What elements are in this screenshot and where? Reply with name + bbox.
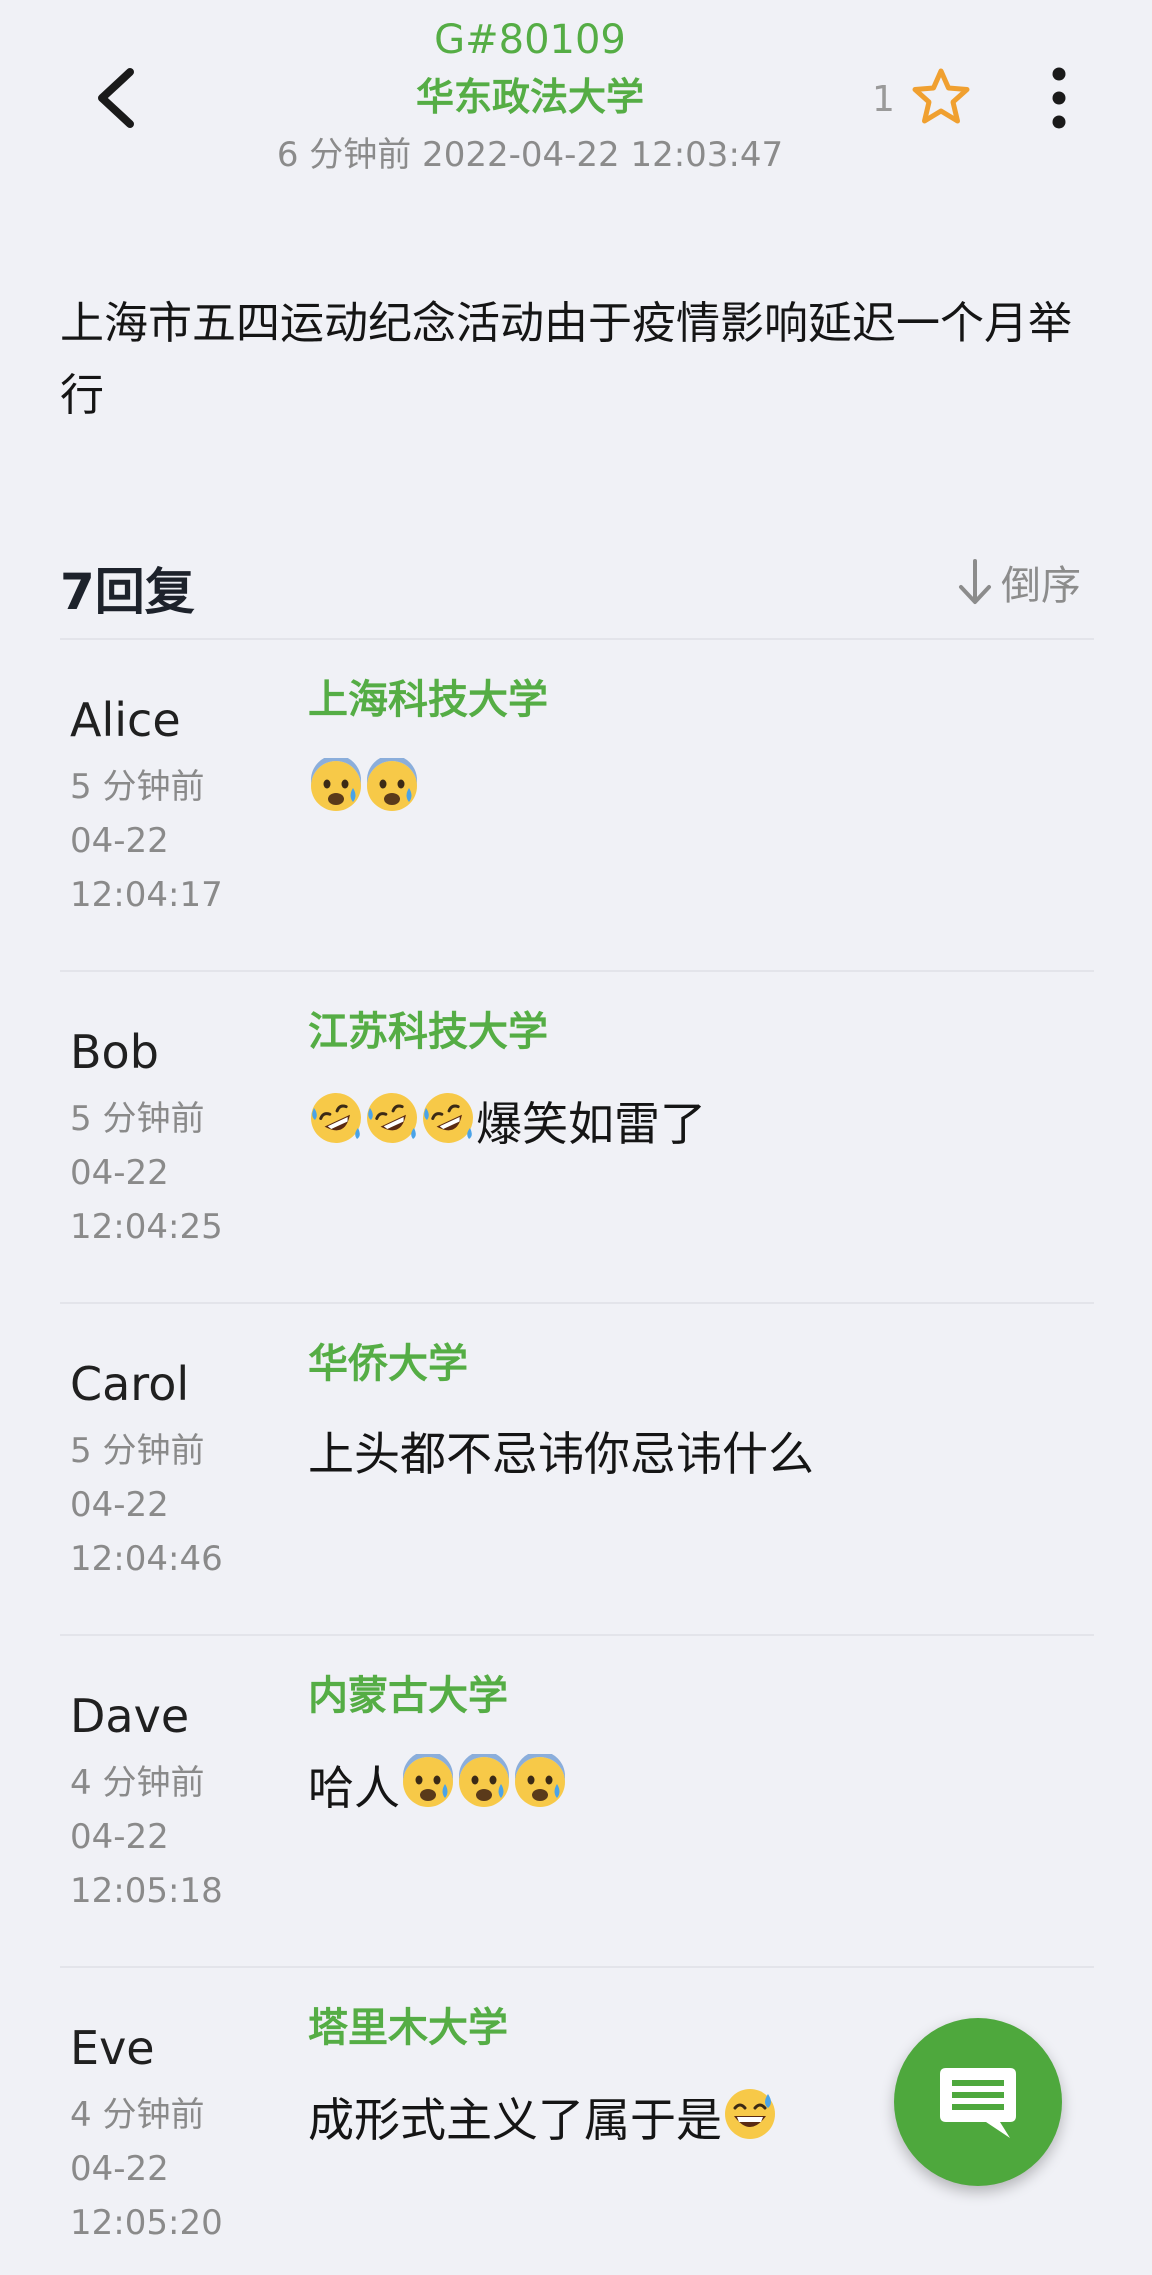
reply-timestamp: 5 分钟前 04-22 12:04:46 bbox=[70, 1424, 223, 1586]
reply-relative-time: 5 分钟前 bbox=[70, 1431, 205, 1471]
reply-text-body: 成形式主义了属于是 bbox=[308, 2093, 722, 2147]
anxious-sweat-emoji bbox=[403, 1754, 453, 1807]
reply-time: 12:04:25 bbox=[70, 1207, 223, 1247]
reply-author-name: Dave bbox=[70, 1689, 190, 1743]
reply-date: 04-22 bbox=[70, 1817, 169, 1857]
thread-page: G#80109 华东政法大学 6 分钟前 2022-04-22 12:03:47… bbox=[0, 0, 1152, 2275]
reply-time: 12:05:20 bbox=[70, 2203, 223, 2243]
rofl-emoji bbox=[423, 1093, 473, 1143]
more-vertical-icon bbox=[1052, 67, 1066, 129]
back-button[interactable] bbox=[80, 58, 150, 138]
reply-school: 上海科技大学 bbox=[308, 677, 548, 723]
reply-item[interactable]: Bob 5 分钟前 04-22 12:04:25 江苏科技大学 爆笑如雷了 bbox=[60, 972, 1094, 1304]
reply-text-body: 哈人 bbox=[308, 1761, 400, 1815]
reply-timestamp: 4 分钟前 04-22 12:05:18 bbox=[70, 1756, 223, 1918]
anxious-sweat-emoji bbox=[515, 1754, 565, 1807]
rofl-emoji bbox=[367, 1093, 417, 1143]
star-count: 1 bbox=[872, 79, 895, 120]
reply-date: 04-22 bbox=[70, 2149, 169, 2189]
reply-timestamp: 5 分钟前 04-22 12:04:25 bbox=[70, 1092, 223, 1254]
reply-timestamp: 5 分钟前 04-22 12:04:17 bbox=[70, 760, 223, 922]
post-id: G#80109 bbox=[434, 17, 626, 63]
reply-item[interactable]: Alice 5 分钟前 04-22 12:04:17 上海科技大学 bbox=[60, 640, 1094, 972]
reply-text-body: 爆笑如雷了 bbox=[476, 1097, 706, 1151]
back-arrow-icon bbox=[98, 68, 134, 128]
reply-relative-time: 5 分钟前 bbox=[70, 767, 205, 807]
reply-school: 华侨大学 bbox=[308, 1341, 468, 1387]
star-outline-icon bbox=[912, 68, 970, 124]
reply-text: 成形式主义了属于是 bbox=[308, 2086, 778, 2152]
reply-date: 04-22 bbox=[70, 821, 169, 861]
reply-fab-button[interactable] bbox=[894, 2018, 1062, 2186]
reply-relative-time: 5 分钟前 bbox=[70, 1099, 205, 1139]
reply-time: 12:04:17 bbox=[70, 875, 223, 915]
reply-item[interactable]: Dave 4 分钟前 04-22 12:05:18 内蒙古大学 哈人 bbox=[60, 1636, 1094, 1968]
reply-author-name: Alice bbox=[70, 693, 181, 747]
reply-date: 04-22 bbox=[70, 1153, 169, 1193]
replies-count-title: 7回复 bbox=[60, 563, 195, 621]
post-timestamp: 6 分钟前 2022-04-22 12:03:47 bbox=[276, 135, 784, 175]
reply-author-name: Eve bbox=[70, 2021, 155, 2075]
grin-sweat-emoji bbox=[725, 2089, 775, 2139]
post-school: 华东政法大学 bbox=[415, 75, 644, 119]
reply-text: 上头都不忌讳你忌讳什么 bbox=[308, 1422, 814, 1486]
reply-text: 哈人 bbox=[308, 1754, 568, 1820]
anxious-sweat-emoji bbox=[367, 758, 417, 811]
favorite-button[interactable] bbox=[910, 66, 972, 128]
anxious-sweat-emoji bbox=[311, 758, 361, 811]
post-content: 上海市五四运动纪念活动由于疫情影响延迟一个月举行 bbox=[60, 298, 1072, 421]
arrow-down-icon bbox=[959, 559, 991, 604]
reply-text: 爆笑如雷了 bbox=[308, 1090, 706, 1156]
post-header-info: G#80109 华东政法大学 6 分钟前 2022-04-22 12:03:47 bbox=[230, 12, 830, 180]
reply-time: 12:05:18 bbox=[70, 1871, 223, 1911]
reply-school: 江苏科技大学 bbox=[308, 1009, 548, 1055]
sort-order-button[interactable]: 倒序 bbox=[955, 552, 1081, 612]
reply-author-name: Carol bbox=[70, 1357, 190, 1411]
reply-text bbox=[308, 758, 420, 824]
reply-school: 内蒙古大学 bbox=[308, 1673, 508, 1719]
more-options-button[interactable] bbox=[1038, 62, 1080, 134]
comment-icon bbox=[940, 2068, 1016, 2138]
reply-date: 04-22 bbox=[70, 1485, 169, 1525]
reply-item[interactable]: Carol 5 分钟前 04-22 12:04:46 华侨大学 上头都不忌讳你忌… bbox=[60, 1304, 1094, 1636]
reply-school: 塔里木大学 bbox=[308, 2005, 508, 2051]
top-bar: G#80109 华东政法大学 6 分钟前 2022-04-22 12:03:47… bbox=[0, 0, 1152, 200]
anxious-sweat-emoji bbox=[459, 1754, 509, 1807]
rofl-emoji bbox=[311, 1093, 361, 1143]
reply-relative-time: 4 分钟前 bbox=[70, 1763, 205, 1803]
reply-text-body: 上头都不忌讳你忌讳什么 bbox=[308, 1427, 814, 1481]
reply-author-name: Bob bbox=[70, 1025, 159, 1079]
reply-relative-time: 4 分钟前 bbox=[70, 2095, 205, 2135]
sort-order-label: 倒序 bbox=[1001, 563, 1081, 609]
reply-timestamp: 4 分钟前 04-22 12:05:20 bbox=[70, 2088, 223, 2250]
reply-time: 12:04:46 bbox=[70, 1539, 223, 1579]
